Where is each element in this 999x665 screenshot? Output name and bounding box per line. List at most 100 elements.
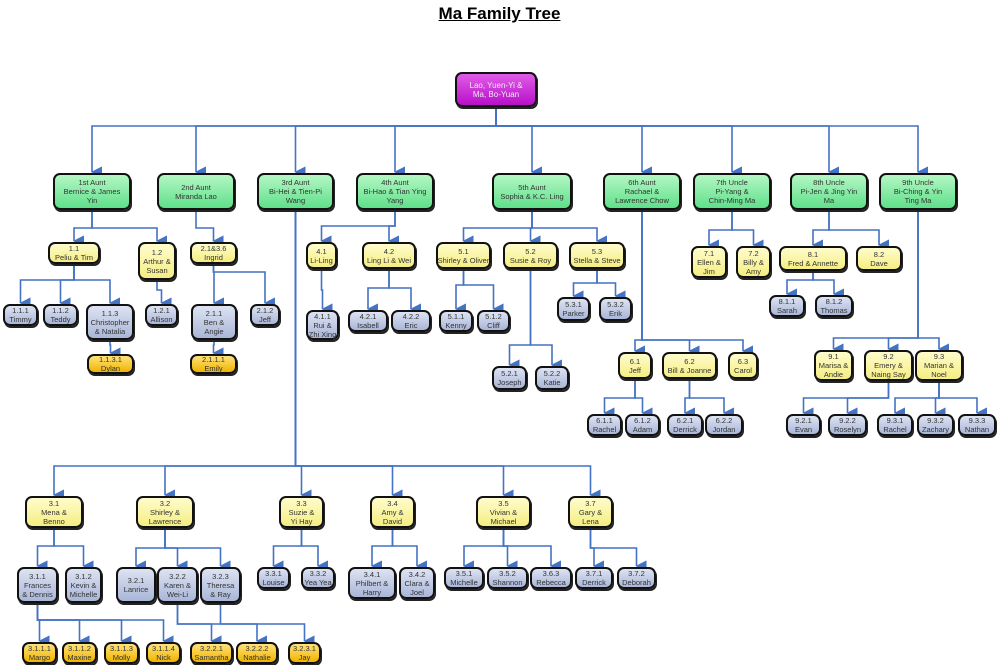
node-number: 9.2 [883, 352, 894, 361]
person-node-2-1-1[interactable]: 2.1.1 Ben & Angie [191, 304, 237, 340]
person-node-1-2-1[interactable]: 1.2.1 Allison [145, 304, 178, 326]
person-node-6-2-1[interactable]: 6.2.1 Derrick [667, 414, 703, 436]
person-node-7-2[interactable]: 7.2 Billy & Amy [736, 246, 771, 278]
person-node-6[interactable]: 6th Aunt Rachael & Lawrence Chow [603, 173, 681, 210]
person-node-9-3-2[interactable]: 9.3.2 Zachary [917, 414, 954, 436]
node-number: 3.2.1 [127, 576, 145, 585]
node-label: Pi-Yang & [715, 187, 749, 196]
person-node-root[interactable]: Lao, Yuen-Yi & Ma, Bo-Yuan [455, 72, 537, 107]
node-number: 1.1.1 [12, 306, 29, 315]
person-node-5-1[interactable]: 5.1 Shirley & Oliver [436, 242, 491, 269]
person-node-3-2-2-1[interactable]: 3.2.2.1 Samantha [190, 642, 233, 664]
person-node-1-1-3[interactable]: 1.1.3 Christopher & Natalia [86, 304, 134, 340]
person-node-5-3-1[interactable]: 5.3.1 Parker [557, 297, 590, 321]
person-node-9[interactable]: 9th Uncle Bi-Ching & Yin Ting Ma [879, 173, 957, 210]
person-node-3-1-2[interactable]: 3.1.2 Kevin & Michelle [65, 567, 102, 603]
person-node-5-3[interactable]: 5.3 Stella & Steve [569, 242, 625, 269]
node-number: 3.4.2 [408, 569, 426, 579]
node-number: 8.1.1 [778, 297, 796, 306]
person-node-9-3-1[interactable]: 9.3.1 Rachel [877, 414, 913, 436]
person-node-6-2-2[interactable]: 6.2.2 Jordan [705, 414, 743, 436]
node-number: 4.2.2 [402, 312, 420, 321]
person-node-5-1-2[interactable]: 5.1.2 Cliff [477, 310, 510, 332]
person-node-4[interactable]: 4th Aunt Bi-Hao & Tian Ying Yang [356, 173, 434, 210]
person-node-8[interactable]: 8th Uncle Pi-Jen & Jing Yin Ma [790, 173, 868, 210]
person-node-5-1-1[interactable]: 5.1.1 Kenny [439, 310, 473, 332]
person-node-3-7[interactable]: 3.7 Gary & Lena [568, 496, 613, 528]
person-node-6-2[interactable]: 6.2 Bill & Joanne [662, 352, 717, 379]
person-node-8-1-1[interactable]: 8.1.1 Sarah [769, 295, 805, 317]
person-node-3-2-3-1[interactable]: 3.2.3.1 Jay [288, 642, 321, 664]
person-node-4-1-1[interactable]: 4.1.1 Rui & Zhi Xing [306, 310, 339, 340]
person-node-1-1-3-1[interactable]: 1.1.3.1 Dylan [87, 354, 134, 374]
person-node-5-3-2[interactable]: 5.3.2 Erik [599, 297, 632, 321]
person-node-1-1-2[interactable]: 1.1.2 Teddy [43, 304, 78, 326]
person-node-3-3[interactable]: 3.3 Suzie & Yi Hay [279, 496, 324, 528]
person-node-3-5[interactable]: 3.5 Vivian & Michael [476, 496, 531, 528]
person-node-3-1-1-3[interactable]: 3.1.1.3 Molly [104, 642, 139, 664]
person-node-1-1[interactable]: 1.1 Peliu & Tim [48, 242, 100, 264]
person-node-8-1[interactable]: 8.1 Fred & Annette [779, 246, 847, 271]
person-node-2-1-2[interactable]: 2.1.2 Jeff [250, 304, 280, 326]
person-node-3-1-1[interactable]: 3.1.1 Frances & Dennis [17, 567, 58, 603]
person-node-4-2-1[interactable]: 4.2.1 Isabell [348, 310, 388, 332]
node-label: Samantha [194, 653, 229, 662]
person-node-3-5-1[interactable]: 3.5.1 Michelle [444, 567, 484, 589]
person-node-3-7-1[interactable]: 3.7.1 Derrick [575, 567, 613, 589]
person-node-9-3-3[interactable]: 9.3.3 Nathan [958, 414, 996, 436]
node-number: 3.1.2 [75, 571, 92, 581]
person-node-3-7-2[interactable]: 3.7.2 Deborah [617, 567, 656, 589]
person-node-7[interactable]: 7th Uncle Pi-Yang & Chin-Ming Ma [693, 173, 771, 210]
person-node-2-1-1-1[interactable]: 2.1.1.1 Emily [190, 354, 237, 374]
person-node-2[interactable]: 2nd Aunt Miranda Lao [157, 173, 235, 210]
person-node-3-1-1-2[interactable]: 3.1.1.2 Maxine [62, 642, 97, 664]
person-node-9-2[interactable]: 9.2 Emery & Naing Say [864, 350, 913, 381]
node-number: 2.1&3.6 [200, 244, 227, 253]
person-node-5-2-1[interactable]: 5.2.1 Joseph [492, 366, 527, 390]
node-number: 6.1.2 [634, 416, 651, 425]
node-label: & Ray [210, 589, 231, 599]
person-node-3-1-1-1[interactable]: 3.1.1.1 Margo [22, 642, 57, 664]
person-node-6-3[interactable]: 6.3 Carol [728, 352, 758, 379]
node-label: Rui & [313, 320, 332, 330]
node-label: Ma, Bo-Yuan [472, 89, 520, 99]
person-node-9-3[interactable]: 9.3 Marian & Noel [915, 350, 963, 381]
person-node-4-1[interactable]: 4.1 Li-Ling [306, 242, 337, 269]
person-node-3-3-2[interactable]: 3.3.2 Yea Yea [301, 567, 335, 589]
person-node-3-5-3[interactable]: 3.6.3 Rebecca [530, 567, 572, 589]
person-node-3[interactable]: 3rd Aunt Bi-Hei & Tien-Pi Wang [257, 173, 334, 210]
person-node-9-2-1[interactable]: 9.2.1 Evan [786, 414, 821, 436]
person-node-1[interactable]: 1st Aunt Bernice & James Yin [53, 173, 131, 210]
person-node-4-2-2[interactable]: 4.2.2 Eric [391, 310, 431, 332]
person-node-8-2[interactable]: 8.2 Dave [856, 246, 902, 271]
person-node-9-1[interactable]: 9.1 Marisa & Andie [814, 350, 853, 381]
person-node-6-1-2[interactable]: 6.1.2 Adam [625, 414, 660, 436]
node-label: Louise [262, 578, 285, 587]
person-node-3-2-2[interactable]: 3.2.2 Karen & Wei-Li [157, 567, 198, 603]
person-node-3-2-3[interactable]: 3.2.3 Theresa & Ray [200, 567, 241, 603]
person-node-1-2[interactable]: 1.2 Arthur & Susan [138, 242, 176, 280]
person-node-6-1[interactable]: 6.1 Jeff [618, 352, 652, 379]
person-node-5[interactable]: 5th Aunt Sophia & K.C. Ling [492, 173, 572, 210]
person-node-3-1[interactable]: 3.1 Mena & Benno [25, 496, 83, 528]
person-node-3-5-2[interactable]: 3.5.2 Shannon [487, 567, 528, 589]
person-node-2-1[interactable]: 2.1&3.6 Ingrid [190, 242, 237, 264]
person-node-3-1-1-4[interactable]: 3.1.1.4 Nick [146, 642, 181, 664]
node-label: Suzie & [288, 507, 315, 517]
person-node-3-4-2[interactable]: 3.4.2 Clara & Joel [399, 567, 435, 599]
person-node-3-3-1[interactable]: 3.3.1 Louise [257, 567, 290, 589]
person-node-3-2-1[interactable]: 3.2.1 Lanrice [116, 567, 156, 603]
person-node-8-1-2[interactable]: 8.1.2 Thomas [815, 295, 853, 317]
person-node-3-2-2-2[interactable]: 3.2.2.2 Nathalie [236, 642, 278, 664]
person-node-3-4-1[interactable]: 3.4.1 Philbert & Harry [348, 567, 396, 599]
person-node-7-1[interactable]: 7.1 Ellen & Jim [691, 246, 727, 278]
person-node-4-2[interactable]: 4.2 Ling Li & Wei [362, 242, 416, 269]
person-node-6-1-1[interactable]: 6.1.1 Rachel [587, 414, 622, 436]
node-label: Gary & [578, 507, 603, 517]
person-node-1-1-1[interactable]: 1.1.1 Timmy [3, 304, 38, 326]
person-node-5-2-2[interactable]: 5.2.2 Katie [535, 366, 569, 390]
person-node-9-2-2[interactable]: 9.2.2 Roselyn [828, 414, 867, 436]
person-node-3-2[interactable]: 3.2 Shirley & Lawrence [136, 496, 194, 528]
person-node-5-2[interactable]: 5.2 Susie & Roy [503, 242, 558, 269]
person-node-3-4[interactable]: 3.4 Amy & David [370, 496, 415, 528]
